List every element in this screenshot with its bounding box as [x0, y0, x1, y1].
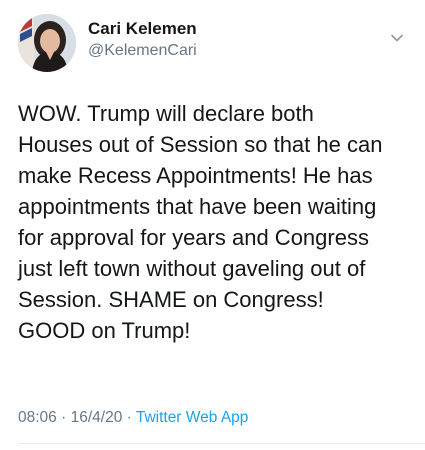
tweet-card: Cari Kelemen @KelemenCari WOW. Trump wil… [0, 0, 425, 450]
meta-separator: · [61, 409, 67, 426]
tweet-time[interactable]: 08:06 [18, 409, 57, 426]
tweet-text-line: Session. SHAME on Congress! [18, 287, 324, 312]
tweet-text: WOW. Trump will declare both Houses out … [18, 98, 410, 346]
chevron-down-icon[interactable] [389, 30, 405, 46]
tweet-text-line: just left town without gaveling out of [18, 256, 366, 281]
author-names: Cari Kelemen @KelemenCari [88, 18, 197, 62]
divider [18, 443, 425, 444]
avatar[interactable] [18, 14, 76, 72]
user-handle[interactable]: @KelemenCari [88, 40, 197, 62]
avatar-image [18, 14, 76, 72]
meta-separator: · [126, 409, 132, 426]
tweet-text-line: Houses out of Session so that he can [18, 132, 383, 157]
tweet-text-line: appointments that have been waiting [18, 194, 377, 219]
tweet-date[interactable]: 16/4/20 [71, 409, 123, 426]
tweet-meta: 08:06 · 16/4/20 · Twitter Web App [18, 408, 248, 428]
tweet-text-line: make Recess Appointments! He has [18, 163, 373, 188]
tweet-source-link[interactable]: Twitter Web App [136, 409, 249, 426]
tweet-header: Cari Kelemen @KelemenCari [18, 14, 407, 76]
tweet-text-line: for approval for years and Congress [18, 225, 369, 250]
tweet-text-line: GOOD on Trump! [18, 318, 191, 343]
display-name[interactable]: Cari Kelemen [88, 18, 197, 40]
tweet-text-line: WOW. Trump will declare both [18, 101, 314, 126]
